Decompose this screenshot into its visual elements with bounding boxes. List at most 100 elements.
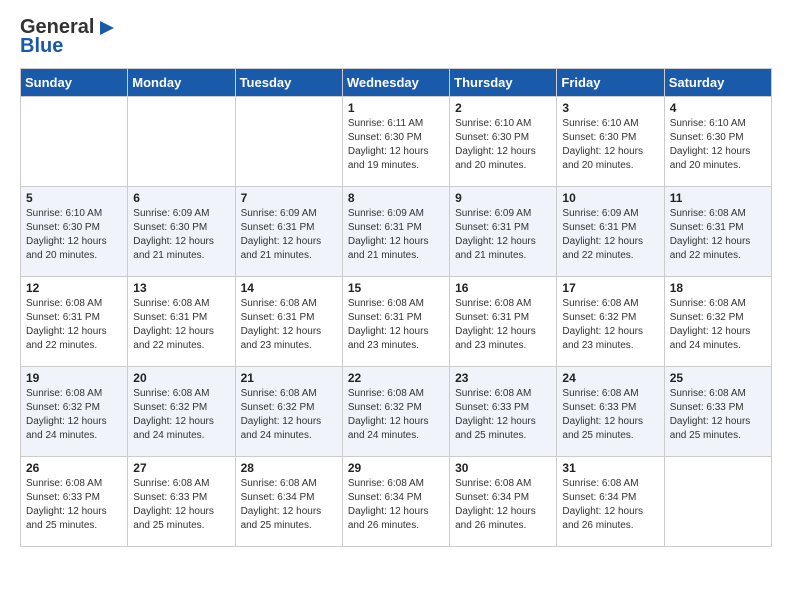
day-info: Sunrise: 6:10 AM Sunset: 6:30 PM Dayligh… <box>26 207 122 263</box>
day-number: 13 <box>133 281 229 295</box>
weekday-header: Saturday <box>664 69 771 97</box>
day-number: 24 <box>562 371 658 385</box>
day-number: 7 <box>241 191 337 205</box>
day-number: 19 <box>26 371 122 385</box>
day-number: 16 <box>455 281 551 295</box>
day-info: Sunrise: 6:08 AM Sunset: 6:32 PM Dayligh… <box>241 387 337 443</box>
calendar-cell: 4 Sunrise: 6:10 AM Sunset: 6:30 PM Daylig… <box>664 97 771 187</box>
day-info: Sunrise: 6:08 AM Sunset: 6:32 PM Dayligh… <box>562 297 658 353</box>
calendar-header: SundayMondayTuesdayWednesdayThursdayFrid… <box>21 69 772 97</box>
day-number: 8 <box>348 191 444 205</box>
logo-arrow-icon <box>96 17 118 39</box>
day-info: Sunrise: 6:10 AM Sunset: 6:30 PM Dayligh… <box>455 117 551 173</box>
calendar-cell: 20 Sunrise: 6:08 AM Sunset: 6:32 PM Dayli… <box>128 367 235 457</box>
calendar-cell: 22 Sunrise: 6:08 AM Sunset: 6:32 PM Dayli… <box>342 367 449 457</box>
calendar-cell: 6 Sunrise: 6:09 AM Sunset: 6:30 PM Daylig… <box>128 187 235 277</box>
day-info: Sunrise: 6:08 AM Sunset: 6:32 PM Dayligh… <box>133 387 229 443</box>
calendar-cell: 16 Sunrise: 6:08 AM Sunset: 6:31 PM Dayli… <box>450 277 557 367</box>
day-number: 1 <box>348 101 444 115</box>
day-number: 14 <box>241 281 337 295</box>
calendar-cell: 10Sunrise: 6:09 AM Sunset: 6:31 PM Dayli… <box>557 187 664 277</box>
calendar-cell: 14 Sunrise: 6:08 AM Sunset: 6:31 PM Dayli… <box>235 277 342 367</box>
day-info: Sunrise: 6:08 AM Sunset: 6:31 PM Dayligh… <box>348 297 444 353</box>
day-info: Sunrise: 6:08 AM Sunset: 6:31 PM Dayligh… <box>455 297 551 353</box>
day-info: Sunrise: 6:09 AM Sunset: 6:31 PM Dayligh… <box>241 207 337 263</box>
day-number: 5 <box>26 191 122 205</box>
weekday-header: Monday <box>128 69 235 97</box>
weekday-header: Sunday <box>21 69 128 97</box>
day-number: 10 <box>562 191 658 205</box>
day-info: Sunrise: 6:10 AM Sunset: 6:30 PM Dayligh… <box>670 117 766 173</box>
day-info: Sunrise: 6:08 AM Sunset: 6:33 PM Dayligh… <box>562 387 658 443</box>
day-info: Sunrise: 6:10 AM Sunset: 6:30 PM Dayligh… <box>562 117 658 173</box>
day-info: Sunrise: 6:08 AM Sunset: 6:32 PM Dayligh… <box>348 387 444 443</box>
day-number: 30 <box>455 461 551 475</box>
calendar-cell: 1 Sunrise: 6:11 AM Sunset: 6:30 PM Daylig… <box>342 97 449 187</box>
week-row: 19 Sunrise: 6:08 AM Sunset: 6:32 PM Dayli… <box>21 367 772 457</box>
calendar-cell <box>21 97 128 187</box>
weekday-row: SundayMondayTuesdayWednesdayThursdayFrid… <box>21 69 772 97</box>
day-info: Sunrise: 6:08 AM Sunset: 6:33 PM Dayligh… <box>26 477 122 533</box>
weekday-header: Wednesday <box>342 69 449 97</box>
page: General Blue SundayMondayTuesdayWednesda… <box>0 0 792 563</box>
calendar-cell: 26 Sunrise: 6:08 AM Sunset: 6:33 PM Dayli… <box>21 457 128 547</box>
day-number: 20 <box>133 371 229 385</box>
calendar-cell: 2 Sunrise: 6:10 AM Sunset: 6:30 PM Daylig… <box>450 97 557 187</box>
day-number: 26 <box>26 461 122 475</box>
day-info: Sunrise: 6:08 AM Sunset: 6:32 PM Dayligh… <box>26 387 122 443</box>
day-info: Sunrise: 6:09 AM Sunset: 6:31 PM Dayligh… <box>348 207 444 263</box>
day-number: 29 <box>348 461 444 475</box>
calendar-cell: 7 Sunrise: 6:09 AM Sunset: 6:31 PM Daylig… <box>235 187 342 277</box>
day-number: 22 <box>348 371 444 385</box>
calendar-cell <box>128 97 235 187</box>
day-info: Sunrise: 6:08 AM Sunset: 6:31 PM Dayligh… <box>133 297 229 353</box>
day-info: Sunrise: 6:08 AM Sunset: 6:31 PM Dayligh… <box>26 297 122 353</box>
calendar-cell: 18Sunrise: 6:08 AM Sunset: 6:32 PM Dayli… <box>664 277 771 367</box>
weekday-header: Thursday <box>450 69 557 97</box>
day-number: 23 <box>455 371 551 385</box>
weekday-header: Tuesday <box>235 69 342 97</box>
day-number: 27 <box>133 461 229 475</box>
calendar-cell: 13 Sunrise: 6:08 AM Sunset: 6:31 PM Dayli… <box>128 277 235 367</box>
day-number: 4 <box>670 101 766 115</box>
day-info: Sunrise: 6:09 AM Sunset: 6:31 PM Dayligh… <box>455 207 551 263</box>
week-row: 12 Sunrise: 6:08 AM Sunset: 6:31 PM Dayli… <box>21 277 772 367</box>
day-info: Sunrise: 6:08 AM Sunset: 6:33 PM Dayligh… <box>133 477 229 533</box>
day-number: 28 <box>241 461 337 475</box>
logo: General Blue <box>20 16 118 58</box>
day-number: 12 <box>26 281 122 295</box>
calendar-cell: 8 Sunrise: 6:09 AM Sunset: 6:31 PM Daylig… <box>342 187 449 277</box>
day-number: 17 <box>562 281 658 295</box>
calendar-cell <box>235 97 342 187</box>
week-row: 1 Sunrise: 6:11 AM Sunset: 6:30 PM Daylig… <box>21 97 772 187</box>
day-info: Sunrise: 6:09 AM Sunset: 6:30 PM Dayligh… <box>133 207 229 263</box>
calendar-cell: 31Sunrise: 6:08 AM Sunset: 6:34 PM Dayli… <box>557 457 664 547</box>
calendar-cell: 21 Sunrise: 6:08 AM Sunset: 6:32 PM Dayli… <box>235 367 342 457</box>
calendar-cell: 25 Sunrise: 6:08 AM Sunset: 6:33 PM Dayli… <box>664 367 771 457</box>
day-info: Sunrise: 6:11 AM Sunset: 6:30 PM Dayligh… <box>348 117 444 173</box>
day-number: 2 <box>455 101 551 115</box>
day-info: Sunrise: 6:08 AM Sunset: 6:34 PM Dayligh… <box>562 477 658 533</box>
calendar-cell: 5 Sunrise: 6:10 AM Sunset: 6:30 PM Daylig… <box>21 187 128 277</box>
logo-blue: Blue <box>20 35 63 58</box>
day-info: Sunrise: 6:08 AM Sunset: 6:34 PM Dayligh… <box>455 477 551 533</box>
day-number: 6 <box>133 191 229 205</box>
calendar-cell: 29 Sunrise: 6:08 AM Sunset: 6:34 PM Dayli… <box>342 457 449 547</box>
calendar-table: SundayMondayTuesdayWednesdayThursdayFrid… <box>20 68 772 547</box>
calendar-cell: 12 Sunrise: 6:08 AM Sunset: 6:31 PM Dayli… <box>21 277 128 367</box>
day-info: Sunrise: 6:08 AM Sunset: 6:32 PM Dayligh… <box>670 297 766 353</box>
day-info: Sunrise: 6:08 AM Sunset: 6:31 PM Dayligh… <box>241 297 337 353</box>
day-number: 21 <box>241 371 337 385</box>
calendar-cell: 17 Sunrise: 6:08 AM Sunset: 6:32 PM Dayli… <box>557 277 664 367</box>
calendar-cell: 9Sunrise: 6:09 AM Sunset: 6:31 PM Daylig… <box>450 187 557 277</box>
header: General Blue <box>20 16 772 58</box>
day-info: Sunrise: 6:08 AM Sunset: 6:34 PM Dayligh… <box>348 477 444 533</box>
day-info: Sunrise: 6:08 AM Sunset: 6:33 PM Dayligh… <box>670 387 766 443</box>
calendar-cell: 30 Sunrise: 6:08 AM Sunset: 6:34 PM Dayli… <box>450 457 557 547</box>
calendar-cell <box>664 457 771 547</box>
calendar-cell: 3Sunrise: 6:10 AM Sunset: 6:30 PM Daylig… <box>557 97 664 187</box>
calendar-body: 1 Sunrise: 6:11 AM Sunset: 6:30 PM Daylig… <box>21 97 772 547</box>
day-number: 25 <box>670 371 766 385</box>
calendar-cell: 27 Sunrise: 6:08 AM Sunset: 6:33 PM Dayli… <box>128 457 235 547</box>
calendar-cell: 11Sunrise: 6:08 AM Sunset: 6:31 PM Dayli… <box>664 187 771 277</box>
